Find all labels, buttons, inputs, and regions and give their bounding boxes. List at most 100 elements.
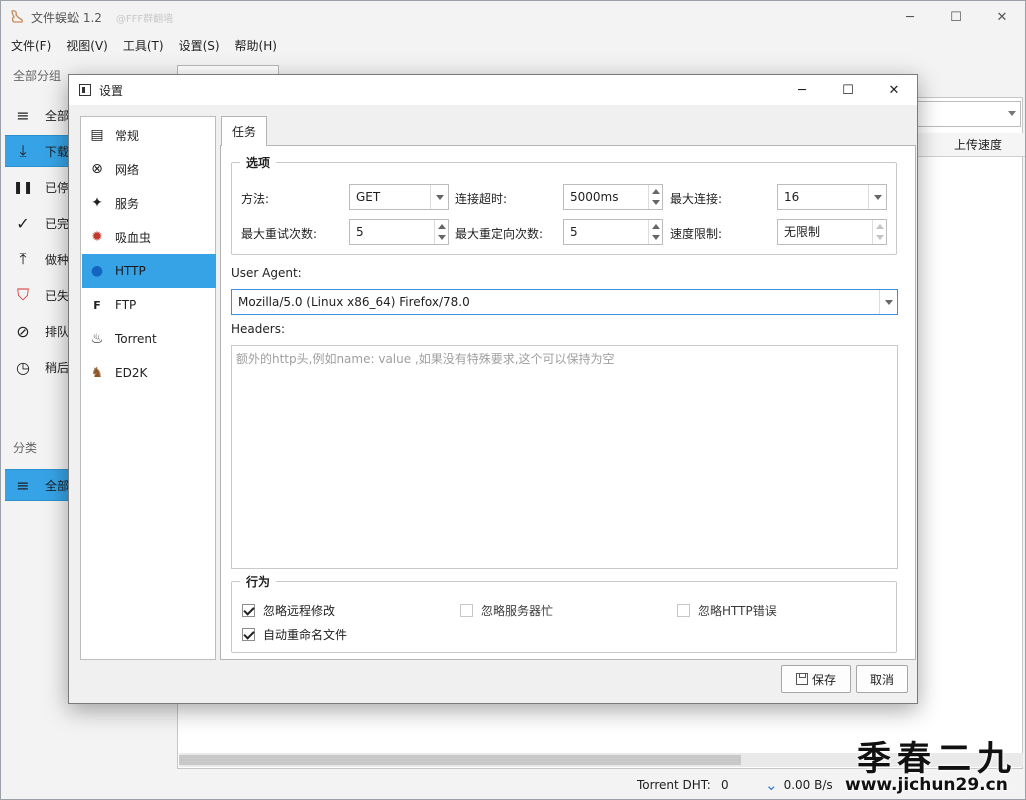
checkbox-unchecked[interactable] (460, 604, 473, 617)
sidebar-item-later[interactable]: ◷ 稍后 (5, 351, 71, 383)
max-retry-spinbox[interactable]: 5 (349, 219, 449, 245)
tab-task[interactable]: 任务 (221, 116, 267, 146)
nav-item-general[interactable]: ▤ 常规 (82, 118, 216, 152)
list-icon: ≡ (16, 105, 30, 125)
auto-rename-checkbox[interactable]: 自动重命名文件 (242, 626, 347, 643)
settings-maximize-button[interactable]: ☐ (825, 75, 871, 105)
speed-limit-label: 速度限制: (670, 227, 723, 241)
sidebar-item-label: 已停 (45, 180, 70, 195)
network-icon: ⊗ (91, 161, 103, 177)
sidebar-item-all[interactable]: ≡ 全部 (5, 99, 71, 131)
chevron-down-icon[interactable] (438, 235, 446, 240)
chevron-down-icon[interactable] (652, 235, 660, 240)
main-titlebar: 文件蜈蚣 1.2 @FFF群翻墙 ─ ☐ ✕ (1, 1, 1025, 33)
speed-limit-stepper[interactable] (872, 220, 886, 244)
nav-item-label: FTP (115, 298, 137, 312)
sidebar-category-all[interactable]: ≡ 全部 (5, 469, 71, 501)
max-redirect-spinbox[interactable]: 5 (563, 219, 663, 245)
download-icon: ⤓ (19, 141, 27, 160)
speed-limit-spinbox[interactable]: 无限制 (777, 219, 887, 245)
app-subtitle: @FFF群翻墙 (115, 13, 174, 25)
nav-item-ed2k[interactable]: ♞ ED2K (82, 356, 216, 390)
sidebar-group-all: 全部分组 (13, 69, 62, 83)
chevron-up-icon[interactable] (652, 224, 660, 229)
save-button-label: 保存 (811, 672, 836, 687)
chevron-down-icon[interactable] (876, 235, 884, 240)
sidebar-item-queued[interactable]: ⊘ 排队 (5, 315, 71, 347)
globe-icon: ● (90, 263, 104, 279)
method-select[interactable]: GET (349, 184, 449, 210)
nav-item-leech[interactable]: ✹ 吸血虫 (82, 220, 216, 254)
nav-item-label: 服务 (115, 196, 140, 211)
max-retry-value: 5 (356, 225, 364, 239)
headers-textarea[interactable]: 额外的http头,例如name: value ,如果没有特殊要求,这个可以保持为… (231, 345, 898, 569)
nav-item-http[interactable]: ● HTTP (82, 254, 216, 288)
pause-icon: ❚❚ (12, 180, 34, 194)
nav-item-label: ED2K (115, 366, 148, 380)
chevron-up-icon[interactable] (652, 189, 660, 194)
download-speed: ⌄ 0.00 B/s (765, 776, 833, 794)
sidebar-item-label: 全部 (45, 478, 70, 493)
menu-view[interactable]: 视图(V) (61, 35, 113, 57)
nav-item-label: 常规 (115, 128, 140, 143)
checkbox-unchecked[interactable] (677, 604, 690, 617)
settings-minimize-button[interactable]: ─ (779, 75, 825, 105)
menu-help[interactable]: 帮助(H) (230, 35, 282, 57)
check-icon: ✓ (16, 213, 30, 233)
main-close-button[interactable]: ✕ (979, 1, 1025, 33)
behavior-group-title: 行为 (240, 573, 277, 590)
dht-label: Torrent DHT: (637, 778, 711, 792)
max-redirect-label: 最大重定向次数: (455, 227, 544, 241)
nav-item-label: 网络 (115, 162, 140, 177)
sidebar-item-paused[interactable]: ❚❚ 已停 (5, 171, 71, 203)
menu-tools[interactable]: 工具(T) (118, 35, 169, 57)
upload-icon: ⤒ (19, 249, 27, 268)
sidebar-item-label: 已完 (45, 216, 70, 231)
headers-label: Headers: (231, 322, 285, 336)
chevron-up-icon[interactable] (876, 224, 884, 229)
nav-item-ftp[interactable]: F FTP (82, 288, 216, 322)
nav-item-network[interactable]: ⊗ 网络 (82, 152, 216, 186)
timeout-label: 连接超时: (455, 192, 508, 206)
menu-settings[interactable]: 设置(S) (174, 35, 225, 57)
alert-shield-icon: ⛉ (16, 285, 29, 304)
user-agent-combo[interactable]: Mozilla/5.0 (Linux x86_64) Firefox/78.0 (231, 289, 898, 315)
timeout-spinbox[interactable]: 5000ms (563, 184, 663, 210)
main-maximize-button[interactable]: ☐ (933, 1, 979, 33)
chevron-up-icon[interactable] (438, 224, 446, 229)
ignore-http-error-checkbox[interactable]: 忽略HTTP错误 (677, 602, 777, 619)
checkbox-checked[interactable] (242, 604, 255, 617)
ignore-server-busy-label: 忽略服务器忙 (481, 604, 554, 618)
sidebar-item-completed[interactable]: ✓ 已完 (5, 207, 71, 239)
sidebar-item-downloading[interactable]: ⤓ 下载 (5, 135, 71, 167)
scrollbar-thumb[interactable] (179, 755, 741, 765)
sidebar-item-failed[interactable]: ⛉ 已失 (5, 279, 71, 311)
ignore-remote-modify-checkbox[interactable]: 忽略远程修改 (242, 602, 335, 619)
nav-item-service[interactable]: ✦ 服务 (82, 186, 216, 220)
main-filter-combo[interactable] (917, 101, 1021, 127)
max-connections-select[interactable]: 16 (777, 184, 887, 210)
max-retry-stepper[interactable] (434, 220, 448, 244)
ftp-icon: F (93, 298, 101, 312)
max-redirect-stepper[interactable] (648, 220, 662, 244)
main-sidebar: 全部分组 ≡ 全部 ⤓ 下载 ❚❚ 已停 ✓ 已完 ⤒ 做种 ⛉ 已失 ⊘ 排队 (1, 59, 71, 800)
main-minimize-button[interactable]: ─ (887, 1, 933, 33)
chevron-down-icon[interactable] (430, 185, 448, 209)
timeout-value: 5000ms (570, 190, 619, 204)
sidebar-item-label: 排队 (45, 324, 70, 339)
nav-item-torrent[interactable]: ♨ Torrent (82, 322, 216, 356)
save-button[interactable]: 保存 (781, 665, 851, 693)
cancel-button[interactable]: 取消 (856, 665, 908, 693)
chevron-down-icon[interactable] (879, 290, 897, 314)
checkbox-checked[interactable] (242, 628, 255, 641)
menu-file[interactable]: 文件(F) (6, 35, 56, 57)
method-value: GET (356, 190, 381, 204)
ignore-server-busy-checkbox[interactable]: 忽略服务器忙 (460, 602, 553, 619)
sidebar-item-seeding[interactable]: ⤒ 做种 (5, 243, 71, 275)
column-upload-speed[interactable]: 上传速度 (917, 133, 1025, 157)
timeout-stepper[interactable] (648, 185, 662, 209)
sidebar-item-label: 稍后 (45, 360, 70, 375)
settings-close-button[interactable]: ✕ (871, 75, 917, 105)
chevron-down-icon[interactable] (868, 185, 886, 209)
chevron-down-icon[interactable] (652, 200, 660, 205)
